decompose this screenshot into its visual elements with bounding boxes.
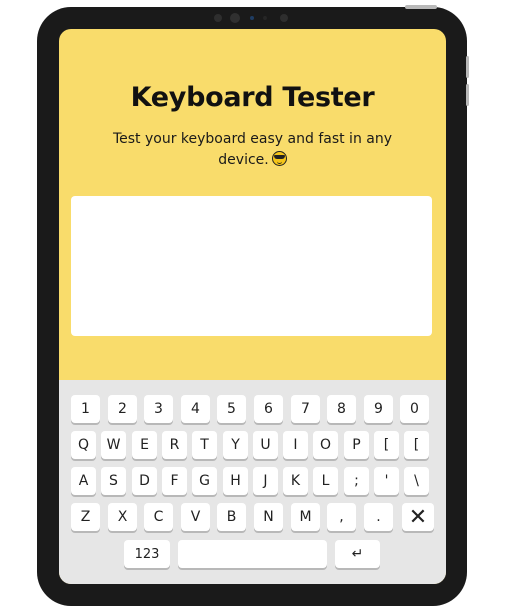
key-2-2[interactable]: D xyxy=(132,467,157,495)
key-1-1[interactable]: W xyxy=(101,431,126,459)
tablet-top-button xyxy=(405,5,437,9)
key-0-4[interactable]: 5 xyxy=(217,395,246,423)
key-1-5[interactable]: Y xyxy=(223,431,248,459)
keyboard-row-bottom: 123 ↵ xyxy=(59,540,446,568)
key-3-0[interactable]: Z xyxy=(71,503,100,531)
key-1-3[interactable]: R xyxy=(162,431,187,459)
key-2-3[interactable]: F xyxy=(162,467,187,495)
space-key[interactable] xyxy=(178,540,327,568)
key-1-11[interactable]: [ xyxy=(404,431,429,459)
page-subtitle: Test your keyboard easy and fast in any … xyxy=(99,129,406,171)
key-1-8[interactable]: O xyxy=(313,431,338,459)
key-1-10[interactable]: [ xyxy=(374,431,399,459)
key-3-7[interactable]: , xyxy=(327,503,356,531)
key-3-8[interactable]: . xyxy=(364,503,393,531)
key-1-0[interactable]: Q xyxy=(71,431,96,459)
virtual-keyboard: 1234567890 Q W E R T Y U I O P[[ A S D F G H J K L; ' \ ✕ Z… xyxy=(59,380,446,584)
key-3-6[interactable]: M xyxy=(291,503,320,531)
key-0-1[interactable]: 2 xyxy=(108,395,137,423)
key-0-5[interactable]: 6 xyxy=(254,395,283,423)
key-0-2[interactable]: 3 xyxy=(144,395,173,423)
key-0-0[interactable]: 1 xyxy=(71,395,100,423)
tablet-screen: Keyboard Tester Test your keyboard easy … xyxy=(59,29,446,584)
key-2-10[interactable]: ' xyxy=(374,467,399,495)
key-1-2[interactable]: E xyxy=(132,431,157,459)
numbers-mode-key[interactable]: 123 xyxy=(124,540,170,568)
key-0-3[interactable]: 4 xyxy=(181,395,210,423)
keyboard-row-3: ✕ ZXCVBNM,. xyxy=(59,503,446,531)
key-1-7[interactable]: I xyxy=(283,431,308,459)
key-3-1[interactable]: X xyxy=(108,503,137,531)
key-0-8[interactable]: 9 xyxy=(364,395,393,423)
key-2-1[interactable]: S xyxy=(101,467,126,495)
tablet-volume-up-button xyxy=(466,56,469,78)
keyboard-row-1: Q W E R T Y U I O P[[ xyxy=(59,431,446,459)
key-0-9[interactable]: 0 xyxy=(400,395,429,423)
keyboard-test-input[interactable] xyxy=(71,196,432,336)
key-2-8[interactable]: L xyxy=(313,467,338,495)
key-1-4[interactable]: T xyxy=(192,431,217,459)
subtitle-text: Test your keyboard easy and fast in any … xyxy=(112,131,393,168)
camera-sensor-bar xyxy=(214,13,292,23)
key-1-6[interactable]: U xyxy=(253,431,278,459)
page-title: Keyboard Tester xyxy=(130,82,375,113)
key-2-6[interactable]: J xyxy=(253,467,278,495)
tablet-volume-down-button xyxy=(466,84,469,106)
sensor-icon xyxy=(263,16,267,20)
keyboard-row-numbers: 1234567890 xyxy=(59,395,446,423)
sensor-icon xyxy=(214,14,222,22)
key-0-6[interactable]: 7 xyxy=(291,395,320,423)
delete-key[interactable]: ✕ xyxy=(402,503,434,531)
sensor-icon xyxy=(280,14,288,22)
key-2-5[interactable]: H xyxy=(223,467,248,495)
key-3-2[interactable]: C xyxy=(144,503,173,531)
key-1-9[interactable]: P xyxy=(344,431,369,459)
key-3-4[interactable]: B xyxy=(217,503,246,531)
key-2-9[interactable]: ; xyxy=(344,467,369,495)
key-3-5[interactable]: N xyxy=(254,503,283,531)
camera-lens-icon xyxy=(250,16,254,20)
key-0-7[interactable]: 8 xyxy=(327,395,356,423)
camera-icon xyxy=(230,13,240,23)
sunglasses-emoji-icon xyxy=(271,151,287,166)
key-2-4[interactable]: G xyxy=(192,467,217,495)
key-3-3[interactable]: V xyxy=(181,503,210,531)
enter-key[interactable]: ↵ xyxy=(335,540,380,568)
key-2-0[interactable]: A xyxy=(71,467,96,495)
key-2-7[interactable]: K xyxy=(283,467,308,495)
keyboard-row-2: A S D F G H J K L; ' \ xyxy=(59,467,446,495)
key-2-11[interactable]: \ xyxy=(404,467,429,495)
